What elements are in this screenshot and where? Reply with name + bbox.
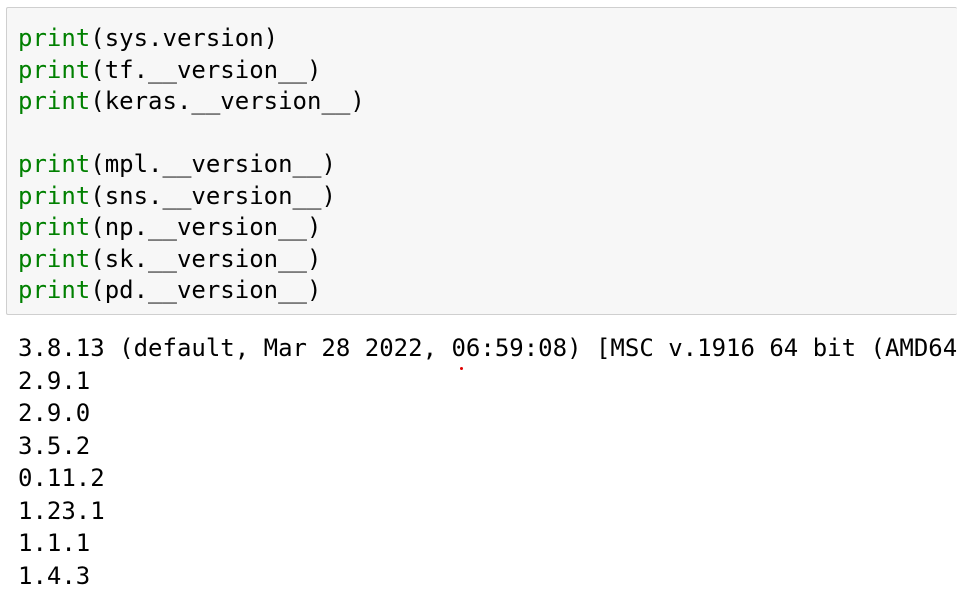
code-keyword: print	[18, 87, 91, 115]
output-line: 1.23.1	[18, 496, 105, 525]
code-args: (keras.__version__)	[90, 87, 365, 115]
code-line[interactable]: print(pd.__version__)	[18, 274, 321, 306]
code-keyword: print	[18, 150, 91, 178]
code-args: (sys.version)	[90, 24, 279, 52]
code-line[interactable]: print(sys.version)	[18, 22, 278, 54]
code-args: (tf.__version__)	[90, 55, 322, 84]
output-line: 2.9.1	[18, 366, 91, 395]
code-line[interactable]: print(sns.__version__)	[18, 180, 336, 212]
code-keyword: print	[18, 213, 91, 241]
code-keyword: print	[18, 276, 91, 304]
output-line: 2.9.0	[18, 399, 91, 427]
output-line: 1.4.3	[18, 561, 91, 590]
output-line: 0.11.2	[18, 464, 105, 492]
code-keyword: print	[18, 244, 91, 273]
code-line[interactable]: print(mpl.__version__)	[18, 148, 336, 180]
code-args: (sns.__version__)	[90, 181, 336, 210]
code-args: (np.__version__)	[90, 213, 322, 241]
code-cell-input[interactable]: print(sys.version) print(tf.__version__)…	[6, 7, 957, 315]
code-args: (sk.__version__)	[90, 244, 322, 273]
code-line[interactable]: print(np.__version__)	[18, 211, 321, 243]
output-area: 3.8.13 (default, Mar 28 2022, 06:59:08) …	[18, 332, 957, 592]
code-keyword: print	[18, 24, 91, 52]
code-args: (mpl.__version__)	[90, 150, 336, 178]
output-line: 1.1.1	[18, 529, 91, 557]
output-line: 3.8.13 (default, Mar 28 2022, 06:59:08) …	[18, 334, 957, 362]
code-line[interactable]: print(sk.__version__)	[18, 243, 321, 275]
code-line[interactable]: print(tf.__version__)	[18, 54, 321, 86]
output-line: 3.5.2	[18, 431, 91, 460]
code-keyword: print	[18, 181, 91, 210]
cursor-marker-dot	[460, 367, 463, 370]
code-keyword: print	[18, 55, 91, 84]
code-line[interactable]: print(keras.__version__)	[18, 85, 365, 117]
code-args: (pd.__version__)	[90, 276, 322, 304]
